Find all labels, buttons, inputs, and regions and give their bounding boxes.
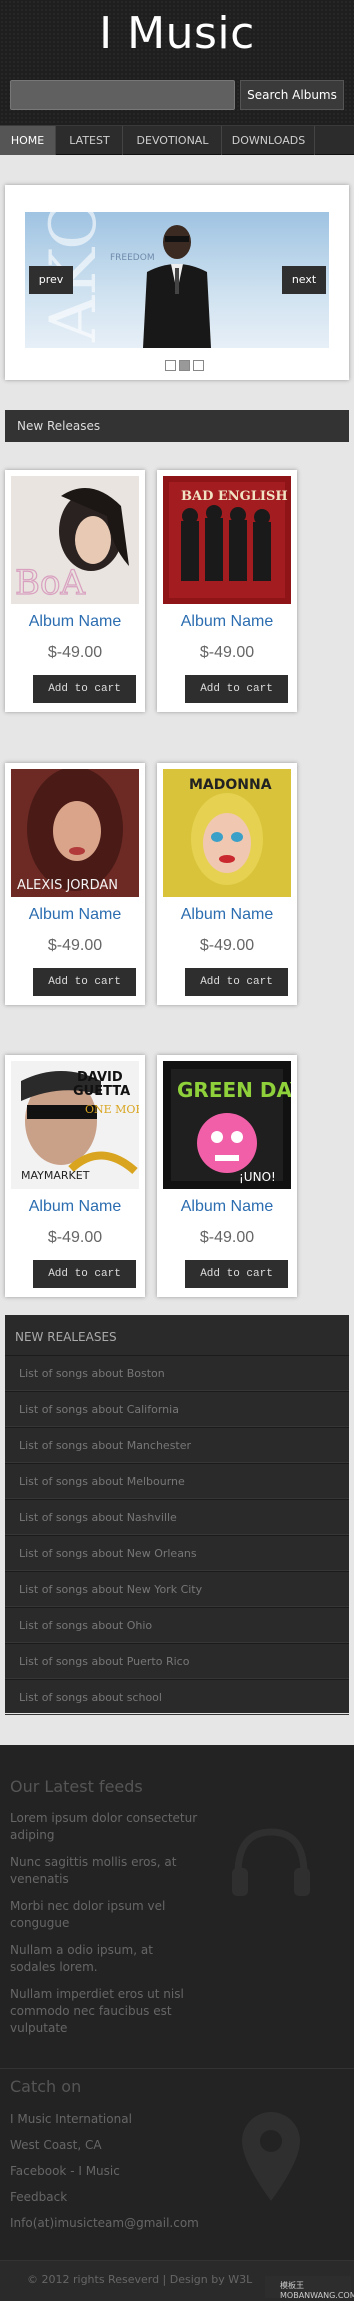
facebook-link[interactable]: Facebook - I Music	[10, 2164, 120, 2178]
site-logo[interactable]: I Music	[0, 8, 354, 59]
add-to-cart-button[interactable]: Add to cart	[185, 1260, 288, 1288]
songs-list-panel: NEW REALEASES List of songs about Boston…	[5, 1315, 349, 1715]
feed-item[interactable]: Morbi nec dolor ipsum vel congugue	[10, 1898, 200, 1932]
album-name[interactable]: Album Name	[157, 613, 297, 631]
add-to-cart-button[interactable]: Add to cart	[185, 968, 288, 996]
album-price: $-49.00	[47, 1229, 103, 1246]
headphones-icon	[232, 1828, 310, 1896]
album-card: DAVID GUETTA ONE MORE MAYMARKET Album Na…	[5, 1055, 145, 1297]
album-cover[interactable]: BoA	[11, 476, 139, 604]
song-list-item[interactable]: List of songs about Ohio	[5, 1607, 349, 1643]
feed-item[interactable]: Nunc sagittis mollis eros, at venenatis	[10, 1854, 200, 1888]
feed-item[interactable]: Lorem ipsum dolor consectetur adiping	[10, 1810, 200, 1844]
album-name[interactable]: Album Name	[157, 1198, 297, 1216]
songs-list-title: NEW REALEASES	[15, 1330, 117, 1344]
add-to-cart-button[interactable]: Add to cart	[33, 1260, 136, 1288]
catch-line: West Coast, CA	[10, 2138, 102, 2152]
nav-item-latest[interactable]: LATEST	[57, 126, 123, 155]
svg-text:MAYMARKET: MAYMARKET	[21, 1169, 90, 1182]
add-to-cart-button[interactable]: Add to cart	[33, 675, 136, 703]
add-to-cart-button[interactable]: Add to cart	[185, 675, 288, 703]
feed-item[interactable]: Nullam imperdiet eros ut nisl commodo ne…	[10, 1986, 200, 2037]
feed-item[interactable]: Nullam a odio ipsum, at sodales lorem.	[10, 1942, 200, 1976]
album-card: BAD ENGLISH Album Name $-49.00 Add to ca…	[157, 470, 297, 712]
nav-item-downloads[interactable]: DOWNLOADS	[223, 126, 315, 155]
song-list-item[interactable]: List of songs about Puerto Rico	[5, 1643, 349, 1679]
svg-text:ONE MORE: ONE MORE	[85, 1103, 139, 1116]
image-slider: AKON FREEDOM prev next	[5, 185, 349, 380]
slider-dot[interactable]	[165, 360, 176, 371]
song-list-item[interactable]: List of songs about school	[5, 1679, 349, 1715]
album-price: $-49.00	[47, 644, 103, 661]
album-price: $-49.00	[199, 937, 255, 954]
catch-line: I Music International	[10, 2112, 132, 2126]
album-card: BoA Album Name $-49.00 Add to cart	[5, 470, 145, 712]
song-list-item[interactable]: List of songs about Nashville	[5, 1499, 349, 1535]
album-price: $-49.00	[199, 644, 255, 661]
song-list-item[interactable]: List of songs about Melbourne	[5, 1463, 349, 1499]
album-cover-art: ALEXIS JORDAN	[11, 769, 139, 897]
nav-item-devotional[interactable]: DEVOTIONAL	[124, 126, 222, 155]
add-to-cart-button[interactable]: Add to cart	[33, 968, 136, 996]
svg-text:BAD ENGLISH: BAD ENGLISH	[181, 489, 288, 504]
svg-text:ALEXIS JORDAN: ALEXIS JORDAN	[17, 878, 118, 893]
svg-text:¡UNO!: ¡UNO!	[239, 1170, 276, 1184]
svg-text:FREEDOM: FREEDOM	[110, 253, 155, 263]
album-card: MADONNA Album Name $-49.00 Add to cart	[157, 763, 297, 1005]
song-list-item[interactable]: List of songs about New Orleans	[5, 1535, 349, 1571]
slider-dot[interactable]	[193, 360, 204, 371]
album-price: $-49.00	[47, 937, 103, 954]
album-card: ALEXIS JORDAN Album Name $-49.00 Add to …	[5, 763, 145, 1005]
album-cover-art: MADONNA	[163, 769, 291, 897]
album-name[interactable]: Album Name	[157, 906, 297, 924]
album-cover-art: DAVID GUETTA ONE MORE MAYMARKET	[11, 1061, 139, 1189]
map-pin-icon	[242, 2112, 300, 2201]
new-releases-header: New Releases	[5, 410, 349, 442]
copyright-text: © 2012 rights Reseverd | Design by W3L	[27, 2273, 253, 2286]
watermark-text: 模板王 MOBANWANG.COM	[280, 2281, 354, 2300]
album-name[interactable]: Album Name	[5, 613, 145, 631]
main-nav: HOME LATEST DEVOTIONAL DOWNLOADS	[0, 125, 354, 155]
search-albums-button[interactable]: Search Albums	[240, 80, 344, 110]
album-cover-art: GREEN DAY ¡UNO!	[163, 1061, 291, 1189]
slider-prev-button[interactable]: prev	[29, 266, 73, 294]
nav-item-home[interactable]: HOME	[0, 126, 56, 155]
svg-text:GUETTA: GUETTA	[73, 1084, 130, 1099]
email-link[interactable]: Info(at)imusicteam@gmail.com	[10, 2216, 199, 2230]
album-cover-art: BoA	[11, 476, 139, 604]
album-name[interactable]: Album Name	[5, 906, 145, 924]
svg-text:DAVID: DAVID	[77, 1070, 123, 1085]
footer-divider	[0, 2068, 354, 2069]
album-name[interactable]: Album Name	[5, 1198, 145, 1216]
search-input[interactable]	[10, 80, 235, 110]
slider-next-button[interactable]: next	[282, 266, 326, 294]
song-list-item[interactable]: List of songs about Manchester	[5, 1427, 349, 1463]
svg-text:MADONNA: MADONNA	[189, 777, 272, 793]
svg-text:GREEN DAY: GREEN DAY	[177, 1078, 291, 1102]
album-cover[interactable]: MADONNA	[163, 769, 291, 897]
album-cover[interactable]: BAD ENGLISH	[163, 476, 291, 604]
feedback-link[interactable]: Feedback	[10, 2190, 67, 2204]
song-list-item[interactable]: List of songs about New York City	[5, 1571, 349, 1607]
svg-text:BoA: BoA	[15, 563, 85, 603]
feeds-title: Our Latest feeds	[10, 1777, 143, 1796]
album-cover[interactable]: GREEN DAY ¡UNO!	[163, 1061, 291, 1189]
album-cover[interactable]: ALEXIS JORDAN	[11, 769, 139, 897]
song-list-item[interactable]: List of songs about California	[5, 1391, 349, 1427]
catch-on-title: Catch on	[10, 2077, 82, 2096]
header: I Music Search Albums	[0, 0, 354, 125]
slider-dots	[165, 356, 207, 371]
album-cover-art: BAD ENGLISH	[163, 476, 291, 604]
album-card: GREEN DAY ¡UNO! Album Name $-49.00 Add t…	[157, 1055, 297, 1297]
song-list-item[interactable]: List of songs about Boston	[5, 1355, 349, 1391]
album-price: $-49.00	[199, 1229, 255, 1246]
slider-dot-active[interactable]	[179, 360, 190, 371]
album-cover[interactable]: DAVID GUETTA ONE MORE MAYMARKET	[11, 1061, 139, 1189]
